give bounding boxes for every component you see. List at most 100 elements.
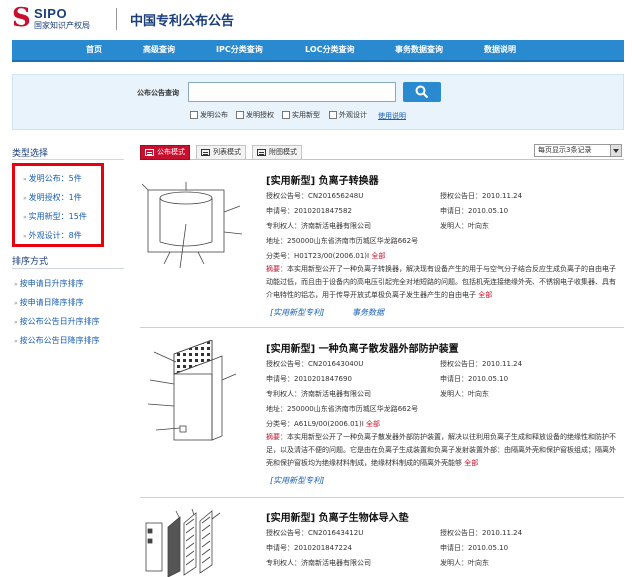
tab-drawing-mode[interactable]: 附图模式 (252, 145, 302, 160)
record-inventor: 发明人：叶向东 (440, 390, 489, 398)
search-input[interactable] (188, 82, 396, 102)
nav-data-description[interactable]: 数据说明 (484, 40, 516, 60)
site-header: S SIPO 国家知识产权局 中国专利公布公告 (0, 0, 632, 36)
publication-mode-icon (145, 149, 154, 156)
tab-publication-mode[interactable]: 公布模式 (140, 145, 190, 160)
patent-record: [实用新型] 一种负离子散发器外部防护装置 授权公告号：CN201643040U… (140, 340, 624, 490)
type-filter-invention-grant[interactable]: » 发明授权：1件 (23, 192, 82, 203)
record-patent-link[interactable]: [实用新型专利] (270, 475, 324, 486)
logo-mark: S (12, 3, 31, 33)
checkbox-box[interactable] (282, 111, 290, 119)
checkbox-invention-grant[interactable]: 发明授权 (236, 110, 274, 122)
record-title[interactable]: [实用新型] 负离子生物体导入垫 (266, 509, 409, 524)
type-filter-title: 类型选择 (12, 149, 49, 159)
help-link[interactable]: 使用说明 (378, 111, 406, 121)
sort-app-date-asc[interactable]: » 按申请日升序排序 (14, 278, 84, 289)
logo-subtitle: 国家知识产权局 (34, 21, 90, 30)
record-class-all-link[interactable]: 全部 (366, 420, 380, 428)
abstract-all-link[interactable]: 全部 (478, 291, 492, 299)
checkbox-utility-model[interactable]: 实用新型 (282, 110, 320, 122)
record-class-no: 分类号：A61L9/00(2006.01)I (266, 420, 364, 428)
search-label: 公布公告查询 (137, 89, 179, 97)
arrow-right-icon: » (23, 214, 27, 221)
chevron-down-icon[interactable] (610, 145, 621, 156)
search-panel: 公布公告查询 发明公布 发明授权 实用新型 外观设计 使用说明 (12, 74, 624, 130)
record-class-no: 分类号：H01T23/00(2006.01)I (266, 252, 370, 260)
abstract-all-link[interactable]: 全部 (464, 459, 478, 467)
record-auth-no: 授权公告号：CN201643040U (266, 360, 364, 368)
record-owner: 专利权人：济南新活电器有限公司 (266, 390, 371, 398)
record-class-no-row: 分类号：A61L9/00(2006.01)I 全部 (266, 419, 380, 429)
checkbox-label: 发明公布 (200, 111, 228, 119)
checkbox-box[interactable] (190, 111, 198, 119)
abstract-label: 摘要： (266, 265, 287, 273)
record-address: 地址：250000山东省济南市历城区华龙路662号 (266, 405, 419, 413)
sort-label: 按公布公告日降序排序 (19, 336, 100, 345)
record-auth-no: 授权公告号：CN201656248U (266, 192, 364, 200)
tab-label: 附图模式 (269, 148, 297, 156)
record-inventor: 发明人：叶向东 (440, 559, 489, 567)
record-inventor: 发明人：叶向东 (440, 222, 489, 230)
tab-list-mode[interactable]: 列表模式 (196, 145, 246, 160)
nav-loc-search[interactable]: LOC分类查询 (305, 40, 354, 60)
abstract-text: 本实用新型公开了一种负离子散发器外部防护装置，解决以往利用负离子生成和释放设备的… (266, 433, 616, 467)
site-title: 中国专利公布公告 (130, 14, 235, 29)
nav-ipc-search[interactable]: IPC分类查询 (216, 40, 263, 60)
patent-drawing-image[interactable] (140, 509, 252, 577)
patent-record: [实用新型] 负离子转换器 授权公告号：CN201656248U 授权公告日：2… (140, 172, 624, 322)
checkbox-invention-publication[interactable]: 发明公布 (190, 110, 228, 122)
nav-home[interactable]: 首页 (86, 40, 102, 60)
record-app-date: 申请日：2010.05.10 (440, 375, 509, 383)
type-filter-label: 发明公布：5件 (28, 174, 82, 183)
sort-label: 按申请日升序排序 (19, 279, 84, 288)
main-nav: 首页 高级查询 IPC分类查询 LOC分类查询 事务数据查询 数据说明 (12, 40, 624, 62)
checkbox-box[interactable] (329, 111, 337, 119)
sort-label: 按申请日降序排序 (19, 298, 84, 307)
type-filter-utility-model[interactable]: » 实用新型：15件 (23, 211, 87, 222)
sort-label: 按公布公告日升序排序 (19, 317, 100, 326)
sort-app-date-desc[interactable]: » 按申请日降序排序 (14, 297, 84, 308)
sort-pub-date-desc[interactable]: » 按公布公告日降序排序 (14, 335, 100, 346)
record-app-date: 申请日：2010.05.10 (440, 544, 509, 552)
arrow-right-icon: » (23, 195, 27, 202)
type-filter-list: » 发明公布：5件 » 发明授权：1件 » 实用新型：15件 » 外观设计：8件 (12, 163, 104, 247)
record-divider (140, 327, 624, 328)
nav-advanced-search[interactable]: 高级查询 (143, 40, 175, 60)
list-mode-icon (201, 149, 210, 156)
type-filter-label: 外观设计：8件 (28, 231, 82, 240)
sort-pub-date-asc[interactable]: » 按公布公告日升序排序 (14, 316, 100, 327)
record-class-no-row: 分类号：H01T23/00(2006.01)I 全部 (266, 251, 385, 261)
nav-transaction-search[interactable]: 事务数据查询 (395, 40, 443, 60)
arrow-right-icon: » (23, 233, 27, 240)
record-transaction-link[interactable]: 事务数据 (352, 307, 384, 318)
record-address: 地址：250000山东省济南市历城区华龙路662号 (266, 237, 419, 245)
header-divider (116, 8, 117, 30)
search-button[interactable] (403, 82, 441, 102)
record-auth-date: 授权公告日：2010.11.24 (440, 360, 523, 368)
sort-title: 排序方式 (12, 257, 49, 267)
record-app-no: 申请号：2010201847582 (266, 207, 352, 215)
sipo-logo[interactable]: S SIPO 国家知识产权局 (12, 5, 112, 33)
patent-drawing-image[interactable] (140, 340, 252, 444)
per-page-select[interactable]: 每页显示3条记录 (534, 144, 622, 157)
search-icon (415, 85, 429, 99)
arrow-right-icon: » (14, 281, 18, 288)
checkbox-box[interactable] (236, 111, 244, 119)
record-abstract: 摘要：本实用新型公开了一种负离子转换器，解决现有设备产生的用于与空气分子结合反应… (266, 263, 622, 302)
type-filter-invention-publication[interactable]: » 发明公布：5件 (23, 173, 82, 184)
type-filter-design[interactable]: » 外观设计：8件 (23, 230, 82, 241)
record-auth-date: 授权公告日：2010.11.24 (440, 192, 523, 200)
arrow-right-icon: » (14, 338, 18, 345)
type-filter-label: 发明授权：1件 (28, 193, 82, 202)
record-patent-link[interactable]: [实用新型专利] (270, 307, 324, 318)
record-owner: 专利权人：济南新活电器有限公司 (266, 222, 371, 230)
tab-label: 列表模式 (213, 148, 241, 156)
record-title[interactable]: [实用新型] 负离子转换器 (266, 172, 379, 187)
record-app-date: 申请日：2010.05.10 (440, 207, 509, 215)
record-auth-date: 授权公告日：2010.11.24 (440, 529, 523, 537)
type-filter-label: 实用新型：15件 (28, 212, 87, 221)
patent-drawing-image[interactable] (140, 172, 252, 272)
checkbox-design[interactable]: 外观设计 (329, 110, 367, 122)
record-title[interactable]: [实用新型] 一种负离子散发器外部防护装置 (266, 340, 459, 355)
record-class-all-link[interactable]: 全部 (371, 252, 385, 260)
